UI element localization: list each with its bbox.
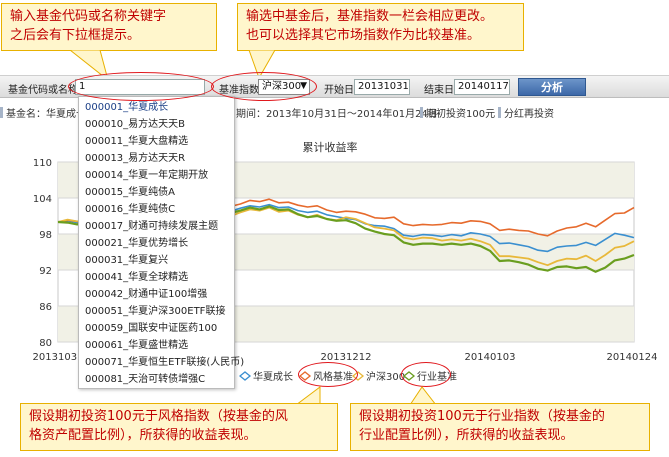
fund-name-info: 基金名：华夏成长: [6, 109, 86, 120]
suggestion-item[interactable]: 000013_易方达天天R: [85, 150, 185, 167]
suggestion-item[interactable]: 000081_天治可转债增强C: [85, 371, 205, 388]
suggestion-item[interactable]: 000014_华夏一年定期开放: [85, 167, 208, 184]
callout-line: 输选中基金后，基准指数一栏会相应更改。: [246, 9, 494, 24]
suggestion-item[interactable]: 000016_华夏纯债C: [85, 201, 175, 218]
suggestion-item[interactable]: 000015_华夏纯债A: [85, 184, 175, 201]
suggestion-item[interactable]: 000041_华夏全球精选: [85, 269, 188, 286]
callout-line: 行业配置比例），所获得的收益表现。: [359, 428, 574, 443]
highlight-ring-fund-input: [68, 72, 214, 101]
x-tick-label: 20131031: [33, 352, 84, 363]
suggestion-item[interactable]: 000061_华夏盛世精选: [85, 337, 188, 354]
suggestion-item[interactable]: 000017_财通可持续发展主题: [85, 218, 218, 235]
callout-benchmark-hint: 输选中基金后，基准指数一栏会相应更改。 也可以选择其它市场指数作为比较基准。: [237, 3, 524, 51]
y-tick-label: 92: [39, 266, 52, 277]
legend-label: 华夏成长: [253, 370, 293, 383]
highlight-ring-benchmark: [211, 72, 317, 101]
info-separator: [0, 107, 3, 118]
callout-search-hint: 输入基金代码或名称关键字 之后会有下拉框提示。: [1, 3, 217, 51]
suggestion-item[interactable]: 000001_华夏成长: [85, 99, 168, 116]
suggestion-item[interactable]: 000071_华夏恒生ETF联接(人民币): [85, 354, 244, 371]
fund-code-label: 基金代码或名称: [8, 85, 78, 96]
start-date-input[interactable]: 20131031: [354, 79, 410, 95]
info-separator: [498, 107, 501, 118]
highlight-ring-industry-legend: [401, 362, 451, 387]
end-date-label: 结束日: [424, 85, 454, 96]
suggestion-item[interactable]: 000011_华夏大盘精选: [85, 133, 188, 150]
callout-style-benchmark: 假设期初投资100元于风格指数（按基金的风 格资产配置比例），所获得的收益表现。: [20, 403, 338, 451]
callout-line: 假设期初投资100元于风格指数（按基金的风: [29, 409, 288, 424]
suggestion-item[interactable]: 000021_华夏优势增长: [85, 235, 188, 252]
end-date-input[interactable]: 20140117: [454, 79, 510, 95]
y-tick-label: 80: [39, 338, 52, 349]
y-tick-label: 110: [33, 158, 52, 169]
callout-industry-benchmark: 假设期初投资100元于行业指数（按基金的 行业配置比例），所获得的收益表现。: [350, 403, 650, 451]
suggestion-item[interactable]: 000059_国联安中证医药100: [85, 320, 217, 337]
analyze-button[interactable]: 分析: [518, 78, 586, 96]
callout-line: 假设期初投资100元于行业指数（按基金的: [359, 409, 605, 424]
initial-investment-info: 期初投资100元: [426, 109, 496, 120]
suggestion-item[interactable]: 000051_华夏沪深300ETF联接: [85, 303, 225, 320]
period-info: 期间：2013年10月31日～2014年01月24日: [236, 109, 438, 120]
x-tick-label: 20140124: [607, 352, 658, 363]
suggestion-item[interactable]: 000031_华夏复兴: [85, 252, 168, 269]
legend-label: 沪深300: [366, 370, 405, 383]
dividend-info: 分红再投资: [504, 109, 554, 120]
y-tick-label: 98: [39, 230, 52, 241]
suggestion-item[interactable]: 000042_财通中证100增强: [85, 286, 207, 303]
callout-line: 也可以选择其它市场指数作为比较基准。: [246, 28, 481, 43]
y-tick-label: 86: [39, 302, 52, 313]
start-date-label: 开始日: [324, 85, 354, 96]
legend-marker: [238, 371, 252, 381]
callout-line: 格资产配置比例），所获得的收益表现。: [29, 428, 257, 443]
fund-suggestion-dropdown[interactable]: 000001_华夏成长 000010_易方达天天B 000011_华夏大盘精选 …: [78, 96, 244, 389]
info-separator: [420, 107, 423, 118]
suggestion-item[interactable]: 000010_易方达天天B: [85, 116, 185, 133]
callout-line: 输入基金代码或名称关键字: [10, 9, 167, 24]
chart-title: 累计收益率: [303, 140, 358, 154]
y-tick-label: 104: [33, 194, 52, 205]
x-tick-label: 20140103: [465, 352, 516, 363]
callout-line: 之后会有下拉框提示。: [10, 28, 141, 43]
highlight-ring-style-legend: [298, 362, 358, 387]
